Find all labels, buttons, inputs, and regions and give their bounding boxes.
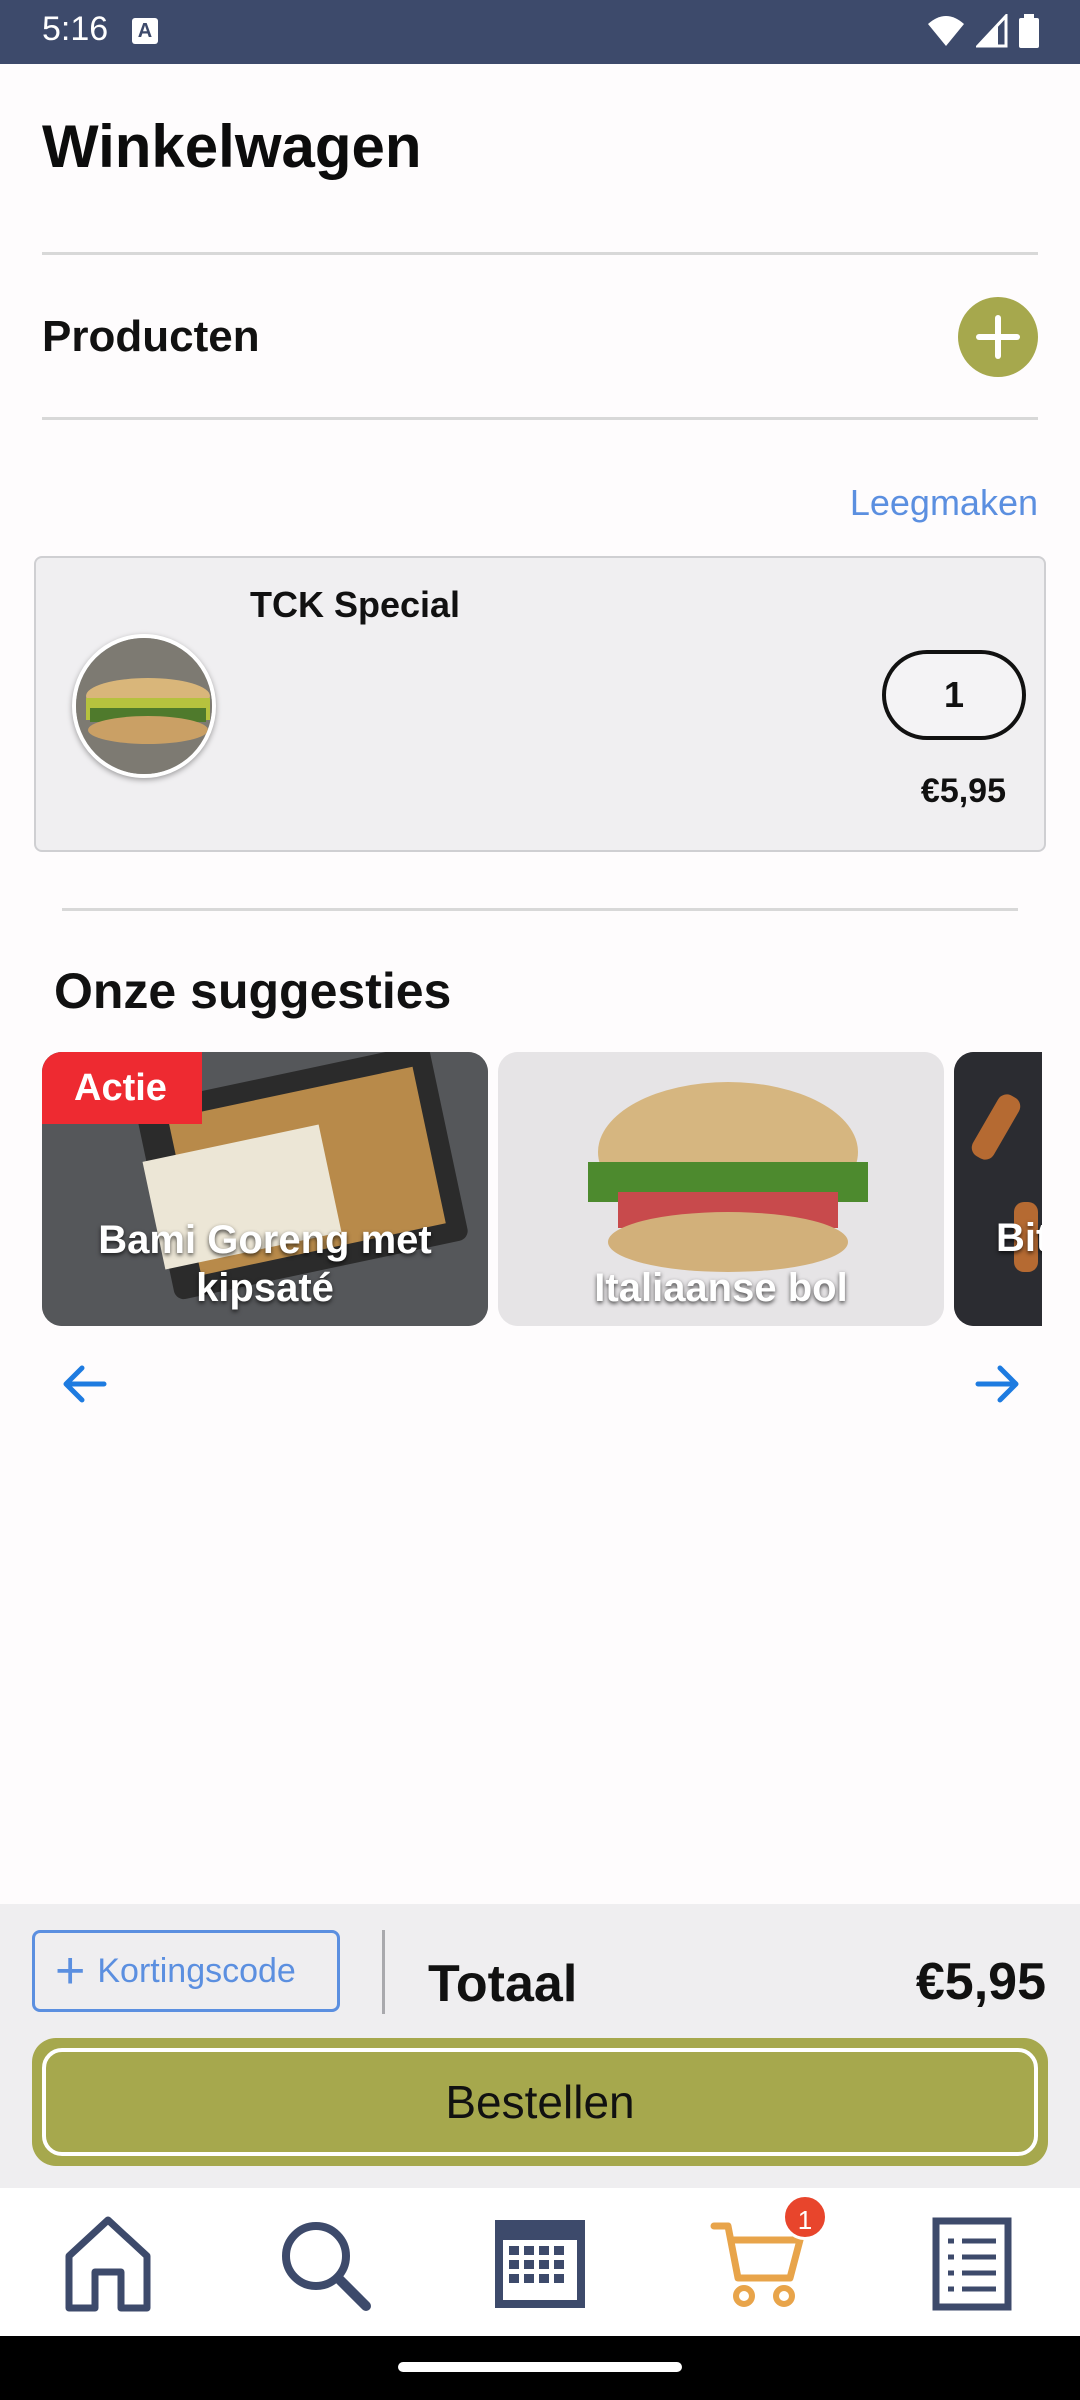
arrow-left-icon[interactable] xyxy=(60,1360,110,1408)
promo-badge: Actie xyxy=(42,1052,202,1124)
search-icon xyxy=(282,2222,371,2311)
quantity-field[interactable]: 1 xyxy=(882,650,1026,740)
home-icon xyxy=(65,2216,151,2312)
nav-orders[interactable] xyxy=(922,2214,1022,2314)
cart-count-badge: 1 xyxy=(782,2194,828,2240)
arrow-right-icon[interactable] xyxy=(972,1360,1022,1408)
nav-calendar[interactable] xyxy=(490,2214,590,2314)
total-value: €5,95 xyxy=(915,1953,1046,2011)
product-image xyxy=(72,634,216,778)
page-title: Winkelwagen xyxy=(42,113,422,180)
suggestion-card[interactable]: Actie Bami Goreng met kipsaté xyxy=(42,1052,488,1326)
nav-search[interactable] xyxy=(274,2214,374,2314)
plus-icon: + xyxy=(55,1942,86,2000)
divider xyxy=(62,908,1018,911)
suggestion-name: Bit xyxy=(996,1216,1042,1260)
accessibility-icon: A xyxy=(132,18,158,44)
signal-icon xyxy=(976,14,1008,48)
order-button-label: Bestellen xyxy=(42,2048,1038,2156)
suggestion-image xyxy=(954,1052,1042,1326)
total-label: Totaal xyxy=(428,1955,578,2013)
suggestion-card[interactable]: Italiaanse bol xyxy=(498,1052,944,1326)
nav-home[interactable] xyxy=(58,2214,158,2314)
cart-item[interactable]: TCK Special 1 €5,95 xyxy=(34,556,1046,852)
bottom-nav xyxy=(0,2188,1080,2336)
status-bar: 5:16 A xyxy=(0,0,1080,64)
gesture-bar xyxy=(0,2336,1080,2400)
home-indicator[interactable] xyxy=(398,2362,682,2372)
add-product-button[interactable] xyxy=(958,297,1038,377)
checkout-panel: + Kortingscode Totaal €5,95 Bestellen xyxy=(0,1904,1080,2188)
suggestion-name: Italiaanse bol xyxy=(594,1266,848,1310)
orders-icon xyxy=(932,2217,1012,2311)
suggestion-name: Bami Goreng met kipsaté xyxy=(98,1218,432,1310)
products-title: Producten xyxy=(42,312,260,361)
divider xyxy=(382,1930,385,2014)
divider xyxy=(42,417,1038,420)
product-price: €5,95 xyxy=(920,772,1006,810)
calendar-icon xyxy=(495,2220,585,2308)
system-icons xyxy=(926,14,1040,48)
battery-icon xyxy=(1019,14,1039,48)
clear-cart-link[interactable]: Leegmaken xyxy=(850,482,1038,524)
coupon-label: Kortingscode xyxy=(97,1951,296,1990)
order-button[interactable]: Bestellen xyxy=(32,2038,1048,2166)
suggestion-card[interactable]: Bit xyxy=(954,1052,1042,1326)
divider xyxy=(42,252,1038,255)
product-name: TCK Special xyxy=(250,584,461,625)
status-time: 5:16 xyxy=(42,10,109,48)
wifi-icon xyxy=(928,16,964,46)
coupon-button[interactable]: + Kortingscode xyxy=(32,1930,340,2012)
suggestions-title: Onze suggesties xyxy=(54,963,452,1019)
